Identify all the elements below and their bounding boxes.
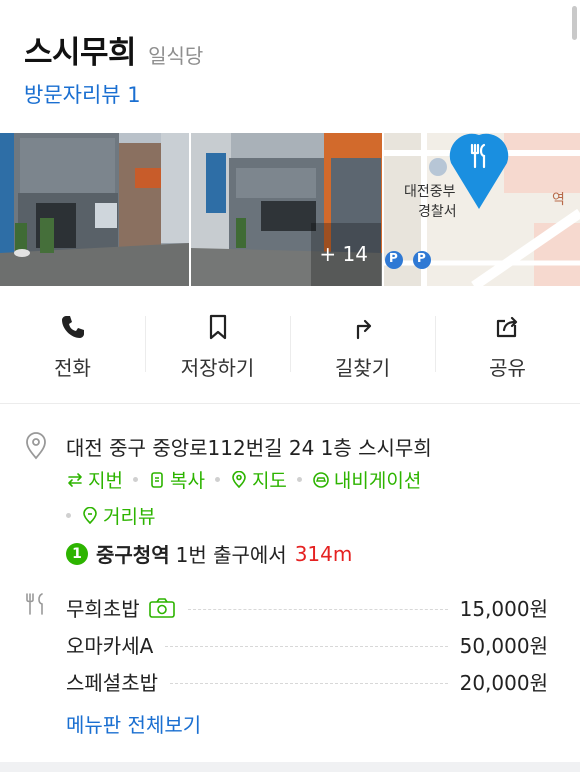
fork-knife-icon (26, 593, 43, 615)
save-button[interactable]: 저장하기 (145, 286, 290, 403)
copy-icon (151, 471, 163, 488)
save-label: 저장하기 (180, 356, 255, 380)
subway-station: 중구청역 (96, 543, 170, 567)
storefront-illustration-1 (0, 133, 189, 286)
visitor-review-link[interactable]: 방문자리뷰 1 (24, 79, 141, 109)
map-label-station: 대전중부 (404, 184, 456, 200)
place-title: 스시무희 (24, 35, 137, 71)
menu-leader (165, 646, 448, 647)
place-header: 스시무희 일식당 방문자리뷰 1 (0, 0, 580, 133)
menu-item-price: 15,000원 (459, 597, 548, 621)
menu-item[interactable]: 무희초밥 15,000원 (66, 589, 548, 626)
call-label: 전화 (54, 356, 91, 380)
copy-label: 복사 (169, 470, 205, 492)
camera-icon[interactable] (148, 597, 176, 619)
map-label: 지도 (251, 470, 287, 492)
separator-dot (296, 477, 302, 482)
storefront-photo-1[interactable] (0, 133, 189, 286)
menu-item-name: 무희초밥 (66, 597, 140, 621)
scrollbar[interactable] (572, 6, 577, 40)
action-bar: 전화 저장하기 길찾기 공유 (0, 286, 580, 404)
place-category: 일식당 (148, 44, 204, 68)
car-icon (313, 471, 329, 488)
separator-dot (132, 477, 138, 482)
full-menu-link[interactable]: 메뉴판 전체보기 (66, 709, 201, 738)
section-divider (0, 762, 580, 772)
subway-line-badge: 1 (66, 542, 88, 565)
map-pin-icon (232, 470, 246, 488)
place-info: 대전 중구 중앙로112번길 24 1층 스시무희 지번 복사 지도 내비게이션… (0, 404, 580, 762)
street-view-row: 거리뷰 (66, 502, 155, 529)
directions-icon (356, 319, 371, 340)
lot-address-link[interactable]: 지번 (66, 466, 123, 493)
menu-list: 무희초밥 15,000원 오마카세A 50,000원 스페셜초밥 20,000원 (66, 589, 548, 700)
parking-label-1: P (389, 251, 398, 265)
share-icon (496, 316, 517, 338)
menu-item[interactable]: 오마카세A 50,000원 (66, 626, 548, 663)
bookmark-icon (209, 314, 226, 340)
subway-exit: 1번 출구에서 (175, 543, 287, 567)
menu-item-price: 50,000원 (459, 634, 548, 658)
address-actions: 지번 복사 지도 내비게이션 (66, 466, 421, 493)
share-label: 공유 (489, 356, 526, 380)
swap-icon (68, 472, 82, 487)
street-view-link[interactable]: 거리뷰 (81, 502, 155, 529)
photo-strip: + 14 대전중부 경찰서 역 P P (0, 133, 580, 286)
street-view-icon (83, 506, 97, 524)
phone-icon (61, 316, 84, 338)
separator-dot (214, 477, 220, 482)
lot-address-label: 지번 (88, 470, 123, 492)
map-thumbnail[interactable]: 대전중부 경찰서 역 P P (384, 133, 580, 286)
separator-dot (66, 513, 71, 518)
menu-item-name: 오마카세A (66, 634, 154, 658)
restaurant-pin-icon (470, 143, 486, 169)
address-text: 대전 중구 중앙로112번길 24 1층 스시무희 (66, 436, 432, 460)
navigation-link[interactable]: 내비게이션 (312, 466, 421, 493)
parking-label-2: P (417, 251, 426, 265)
call-button[interactable]: 전화 (0, 286, 145, 403)
copy-link[interactable]: 복사 (148, 466, 205, 493)
storefront-photo-2[interactable]: + 14 (191, 133, 382, 286)
subway-info: 1 중구청역 1번 출구에서 314m (66, 539, 352, 568)
menu-leader (170, 683, 448, 684)
title-row: 스시무희 일식당 (24, 27, 203, 72)
street-view-label: 거리뷰 (103, 506, 156, 528)
location-pin-icon (26, 432, 46, 460)
directions-label: 길찾기 (334, 356, 391, 380)
menu-item-price: 20,000원 (459, 671, 548, 695)
map-label-subway: 역 (552, 192, 565, 208)
menu-leader (187, 609, 448, 610)
navigation-label: 내비게이션 (333, 470, 422, 492)
subway-distance: 314m (294, 541, 353, 566)
directions-button[interactable]: 길찾기 (290, 286, 435, 403)
map-label-police: 경찰서 (418, 204, 457, 220)
map-link[interactable]: 지도 (230, 466, 287, 493)
share-button[interactable]: 공유 (435, 286, 580, 403)
menu-item-name: 스페셜초밥 (66, 671, 158, 695)
more-photos-count: + 14 (319, 242, 368, 266)
menu-item[interactable]: 스페셜초밥 20,000원 (66, 663, 548, 700)
